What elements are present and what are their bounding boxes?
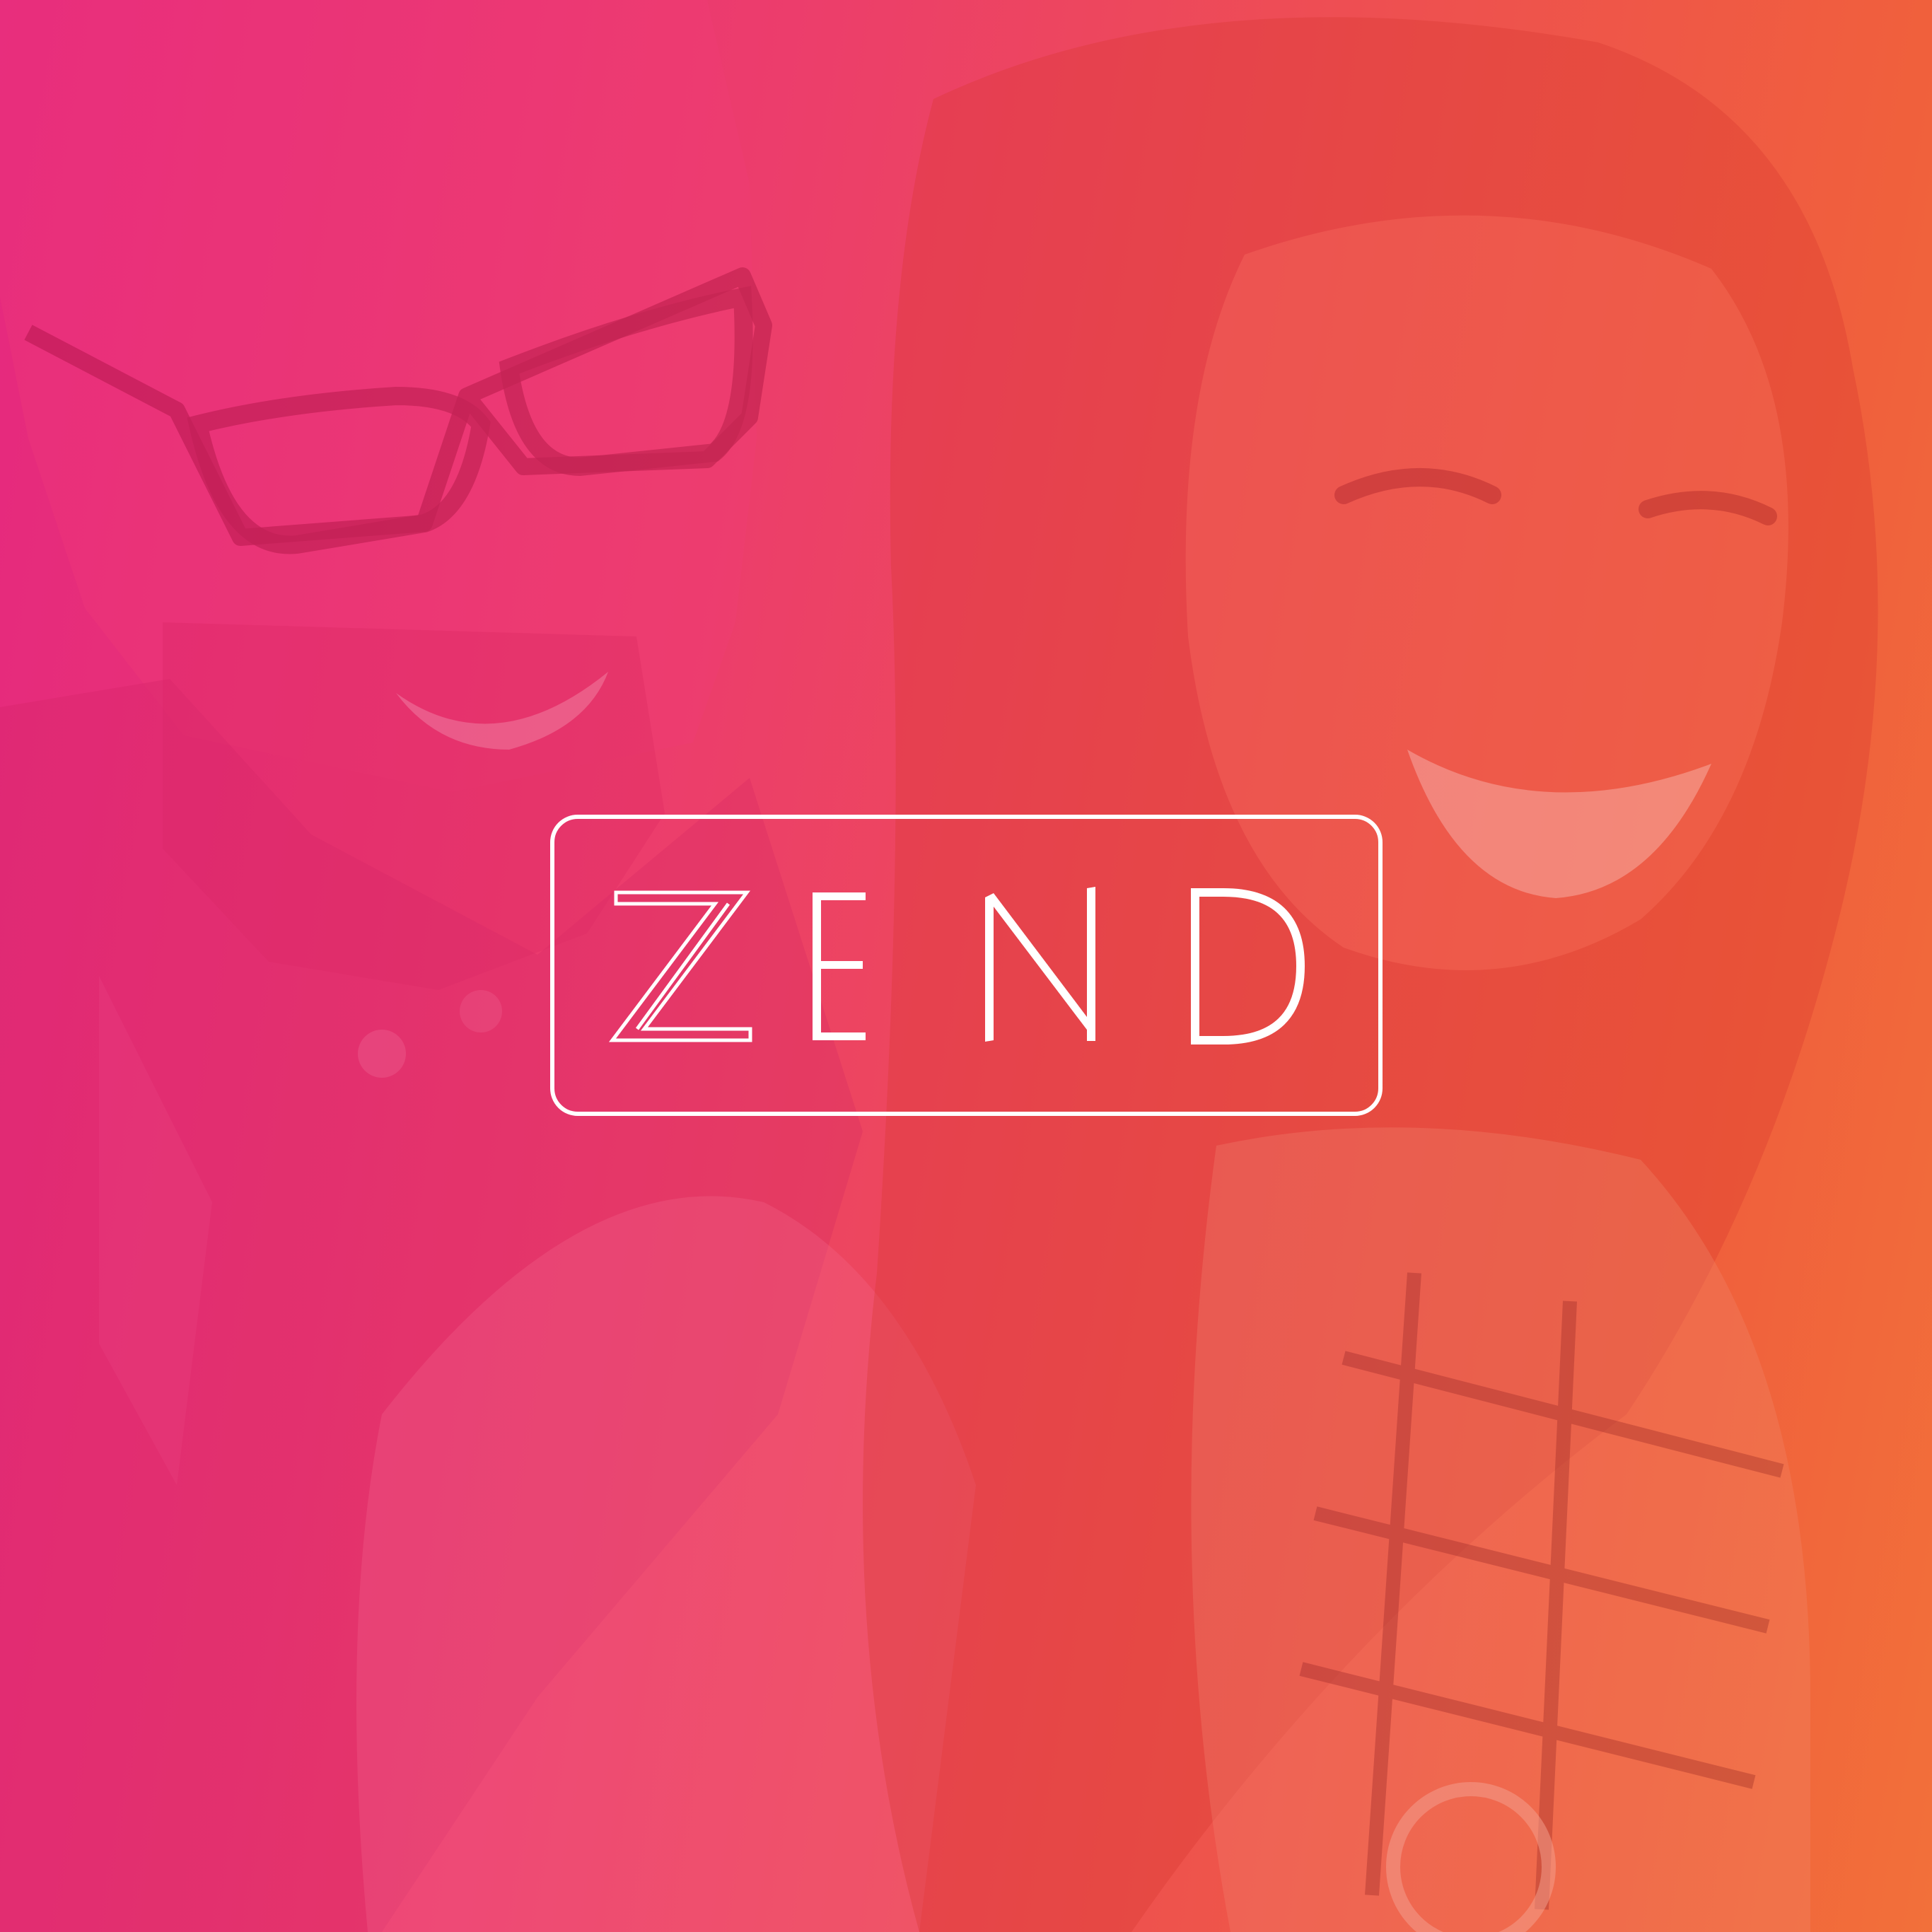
logo-letter-d [1191,888,1305,1044]
hero-banner [0,0,1932,1932]
logo-frame [550,815,1383,1116]
logo-letter-z [608,890,752,1042]
logo-letter-n [985,887,1095,1042]
logo-letter-e [813,892,866,1040]
zend-logo [550,815,1383,1116]
